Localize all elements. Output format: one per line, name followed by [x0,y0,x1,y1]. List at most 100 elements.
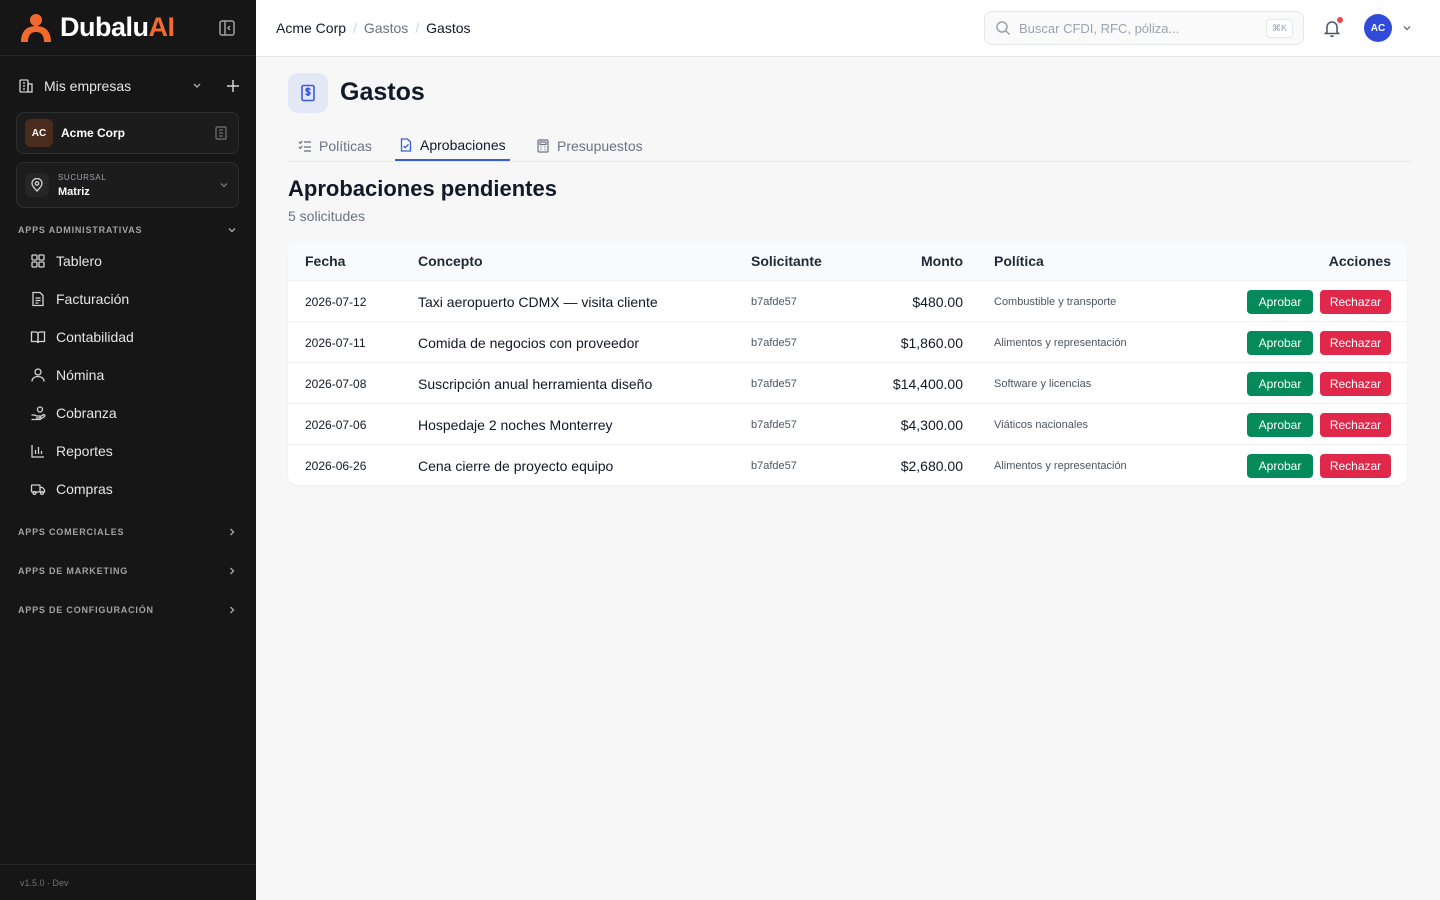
table-row: 2026-07-06 Hospedaje 2 noches Monterrey … [288,403,1407,444]
approve-button[interactable]: Aprobar [1247,372,1313,396]
chevron-down-icon [220,183,228,188]
branch-selector[interactable]: SUCURSAL Matriz [16,162,239,208]
app-version: v1.5.0 · Dev [0,864,256,900]
cell-solicitante: b7afde57 [751,336,797,349]
cell-fecha: 2026-07-06 [305,417,367,432]
cell-politica: Alimentos y representación [994,459,1127,472]
chevron-right-icon [230,528,235,536]
section-title: Aprobaciones pendientes [288,176,557,201]
section-config-label: APPS DE CONFIGURACIÓN [18,605,154,615]
section-commercial-label: APPS COMERCIALES [18,527,125,537]
cell-solicitante: b7afde57 [751,418,797,431]
tab-politicas[interactable]: Políticas [294,130,376,162]
breadcrumb-item-current: Gastos [426,20,471,36]
table-row: 2026-07-12 Taxi aeropuerto CDMX — visita… [288,280,1407,321]
company-selector[interactable]: AC Acme Corp [16,112,239,154]
tab-label: Presupuestos [557,138,643,154]
approvals-table: Fecha Concepto Solicitante Monto Polític… [288,242,1407,485]
reject-button[interactable]: Rechazar [1320,413,1391,437]
file-check-icon [400,137,412,152]
cell-concepto: Taxi aeropuerto CDMX — visita cliente [418,293,658,310]
sidebar-item-label: Tablero [56,253,102,269]
sidebar-item-contabilidad[interactable]: Contabilidad [30,325,230,349]
sidebar-item-tablero[interactable]: Tablero [30,249,230,273]
add-company-icon[interactable] [226,79,240,93]
breadcrumb-item-company[interactable]: Acme Corp [276,20,346,36]
approve-button[interactable]: Aprobar [1247,413,1313,437]
my-companies-row[interactable]: Mis empresas [18,74,240,98]
branch-value: Matriz [58,185,90,198]
map-pin-icon [25,173,49,197]
sidebar-item-label: Contabilidad [56,329,134,345]
tab-label: Aprobaciones [420,136,506,153]
approve-button[interactable]: Aprobar [1247,331,1313,355]
breadcrumb-separator: / [353,20,357,36]
branch-caption: SUCURSAL [58,172,107,182]
notification-dot [1337,17,1343,23]
cell-monto: $2,680.00 [900,457,963,474]
breadcrumb-item-module[interactable]: Gastos [364,20,408,36]
cell-solicitante: b7afde57 [751,459,797,472]
chevron-down-icon[interactable] [190,79,204,93]
reject-button[interactable]: Rechazar [1320,454,1391,478]
header-acciones: Acciones [1328,253,1391,269]
building-icon [215,126,227,140]
breadcrumb: Acme Corp / Gastos / Gastos [276,20,471,36]
table-row: 2026-07-11 Comida de negocios con provee… [288,321,1407,362]
bar-chart-icon [31,445,44,458]
calculator-icon [537,139,549,153]
section-commercial-apps[interactable]: APPS COMERCIALES [18,526,238,538]
building-icon [19,79,33,93]
section-config-apps[interactable]: APPS DE CONFIGURACIÓN [18,604,238,616]
logo-icon [21,13,51,42]
sidebar: DubaluAI Mis empresas AC Acme Corp SUCUR… [0,0,256,900]
cell-monto: $480.00 [912,293,963,310]
avatar[interactable]: AC [1364,14,1392,42]
cell-concepto: Suscripción anual herramienta diseño [418,375,653,392]
cell-fecha: 2026-07-12 [305,294,367,309]
search-icon [996,21,1011,36]
reject-button[interactable]: Rechazar [1320,372,1391,396]
approve-button[interactable]: Aprobar [1247,290,1313,314]
cell-politica: Software y licencias [994,377,1092,390]
cell-monto: $14,400.00 [892,375,963,392]
header-solicitante: Solicitante [751,253,822,269]
cell-politica: Combustible y transporte [994,295,1117,308]
search-input[interactable] [1019,20,1266,36]
section-marketing-apps[interactable]: APPS DE MARKETING [18,565,238,577]
dollar-document-icon [288,73,328,113]
sidebar-item-reportes[interactable]: Reportes [30,439,230,463]
section-subtitle: 5 solicitudes [288,208,366,224]
chevron-down-icon[interactable] [1401,22,1413,34]
section-admin-apps[interactable]: APPS ADMINISTRATIVAS [18,224,238,236]
company-badge: AC [25,119,53,147]
chevron-right-icon [230,606,235,614]
table-header: Fecha Concepto Solicitante Monto Polític… [288,242,1407,280]
header-concepto: Concepto [418,253,483,269]
sidebar-item-facturacion[interactable]: Facturación [30,287,230,311]
cell-politica: Viáticos nacionales [994,418,1088,431]
global-search[interactable]: ⌘K [984,11,1304,45]
sidebar-item-compras[interactable]: Compras [30,477,230,501]
chevron-right-icon [230,567,235,575]
company-name: Acme Corp [61,126,126,140]
page-title: Gastos [340,78,425,106]
tab-presupuestos[interactable]: Presupuestos [532,130,647,162]
approve-button[interactable]: Aprobar [1247,454,1313,478]
cell-monto: $1,860.00 [900,334,963,351]
reject-button[interactable]: Rechazar [1320,331,1391,355]
cell-monto: $4,300.00 [900,416,963,433]
reject-button[interactable]: Rechazar [1320,290,1391,314]
search-shortcut: ⌘K [1265,18,1293,38]
header-politica: Política [994,253,1044,269]
cell-politica: Alimentos y representación [994,336,1127,349]
cell-solicitante: b7afde57 [751,377,797,390]
sidebar-item-nomina[interactable]: Nómina [30,363,230,387]
topbar: Acme Corp / Gastos / Gastos ⌘K AC [256,0,1440,57]
list-check-icon [298,140,311,152]
sidebar-item-cobranza[interactable]: Cobranza [30,401,230,425]
sidebar-collapse-icon[interactable] [218,19,236,37]
tab-aprobaciones[interactable]: Aprobaciones [395,130,510,161]
hand-coins-icon [31,406,46,421]
cell-solicitante: b7afde57 [751,295,797,308]
